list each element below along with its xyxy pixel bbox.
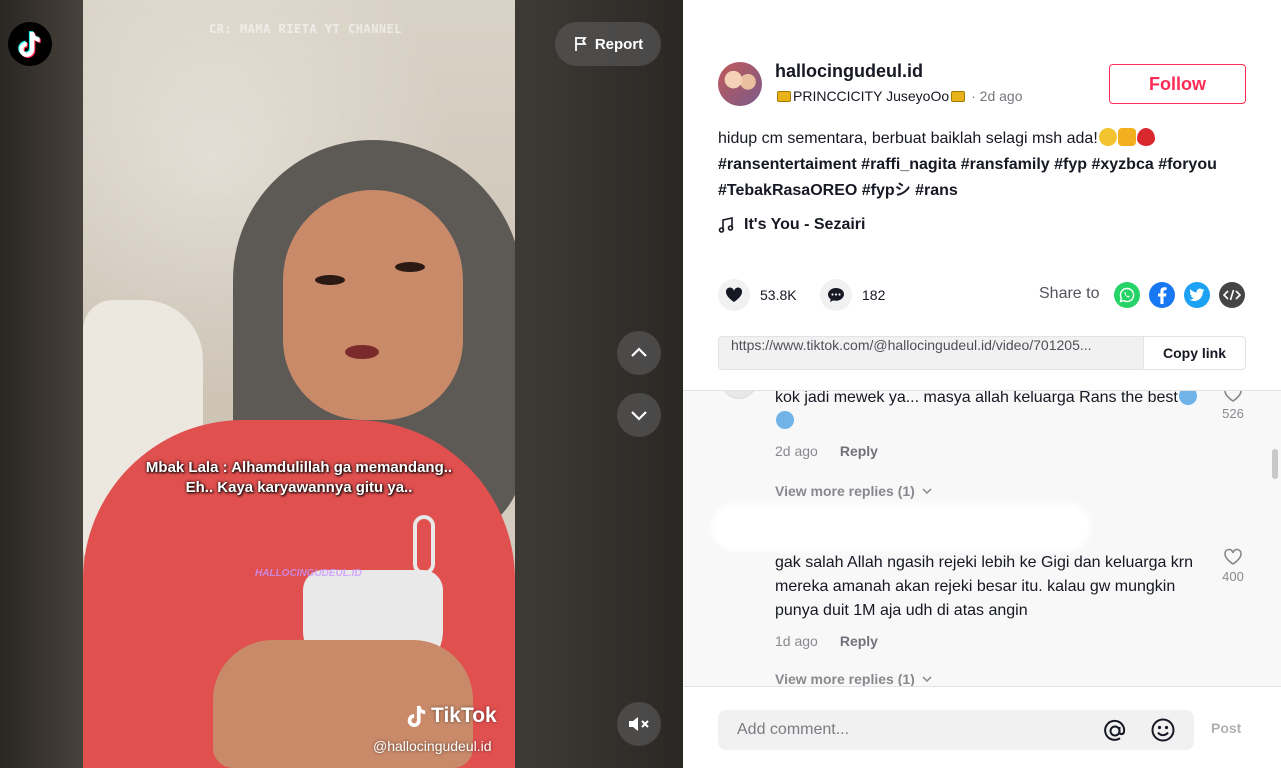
music-link[interactable]: It's You - Sezairi: [718, 216, 865, 234]
chevron-up-icon: [631, 347, 647, 357]
mute-button[interactable]: [617, 702, 661, 746]
video-person-eye: [395, 262, 425, 272]
author-subline: PRINCCICITY JuseyoOo · 2d ago: [775, 88, 1023, 104]
blurred-username: [711, 503, 1091, 551]
comment-action[interactable]: 182: [820, 279, 885, 311]
post-description: hidup cm sementara, berbuat baiklah sela…: [718, 126, 1258, 204]
tiktok-note-icon: [407, 705, 426, 727]
comment-like-count: 526: [1222, 406, 1244, 421]
comment-like[interactable]: 400: [1213, 548, 1253, 584]
tiktok-watermark: TikTok: [405, 704, 497, 728]
video-frame[interactable]: CR: MAMA RIETA YT CHANNEL Mbak Lala : Al…: [83, 0, 515, 768]
music-note-icon: [718, 217, 734, 233]
comment-text: kok jadi mewek ya... masya allah keluarg…: [775, 390, 1215, 434]
whatsapp-icon: [1119, 287, 1135, 303]
twitter-share-button[interactable]: [1184, 282, 1210, 308]
share-label: Share to: [1039, 285, 1100, 302]
whatsapp-share-button[interactable]: [1114, 282, 1140, 308]
embed-icon: [1223, 289, 1241, 301]
chevron-down-icon: [922, 488, 932, 495]
comment-like-count: 400: [1222, 569, 1244, 584]
like-count: 53.8K: [760, 287, 797, 303]
follow-button[interactable]: Follow: [1109, 64, 1246, 104]
post-hashtags[interactable]: #TebakRasaOREO #fypシ #rans: [718, 178, 1258, 204]
post-caption-line: hidup cm sementara, berbuat baiklah sela…: [718, 126, 1258, 152]
flag-icon: [574, 37, 587, 51]
grin-emoji-icon: [1098, 128, 1117, 146]
chevron-down-icon: [922, 676, 932, 683]
comment-meta: 2d ago Reply: [775, 443, 878, 459]
facebook-share-button[interactable]: [1149, 282, 1175, 308]
video-person-face: [283, 190, 463, 420]
music-title: It's You - Sezairi: [744, 216, 866, 233]
video-viewer: CR: MAMA RIETA YT CHANNEL Mbak Lala : Al…: [0, 0, 683, 768]
crown-emoji-icon: [777, 90, 791, 102]
author-username[interactable]: hallocingudeul.id: [775, 61, 923, 82]
video-subtitle: Mbak Lala : Alhamdulillah ga memandang..…: [83, 458, 515, 498]
previous-video-button[interactable]: [617, 331, 661, 375]
report-button[interactable]: Report: [555, 22, 661, 66]
like-action[interactable]: 53.8K: [718, 279, 797, 311]
thumbs-up-emoji-icon: [1117, 128, 1136, 146]
video-subtitle-line: Eh.. Kaya karyawannya gitu ya..: [185, 479, 413, 496]
tiktok-logo-icon: [18, 31, 41, 58]
tiktok-logo-button[interactable]: [8, 22, 52, 66]
comment-avatar[interactable]: [721, 391, 757, 399]
view-more-replies-label: View more replies (1): [775, 483, 915, 499]
speaker-muted-icon: [629, 717, 649, 731]
chevron-down-icon: [631, 411, 647, 421]
video-credit-text: CR: MAMA RIETA YT CHANNEL: [209, 22, 403, 36]
video-subtitle-line: Mbak Lala : Alhamdulillah ga memandang..: [145, 459, 453, 476]
comment-meta: 1d ago Reply: [775, 633, 878, 649]
info-panel: hallocingudeul.id PRINCCICITY JuseyoOo ·…: [683, 0, 1281, 768]
crown-emoji-icon: [951, 90, 966, 102]
post-caption: hidup cm sementara, berbuat baiklah sela…: [718, 130, 1098, 147]
comment-age: 1d ago: [775, 633, 818, 649]
video-necklace: [413, 515, 435, 575]
post-comment-button[interactable]: Post: [1211, 720, 1241, 736]
comment-like[interactable]: 526: [1213, 391, 1253, 421]
video-person-eye: [315, 275, 345, 285]
copy-link-button[interactable]: Copy link: [1143, 337, 1245, 369]
view-more-replies[interactable]: View more replies (1): [775, 483, 933, 499]
post-hashtags[interactable]: #ransentertaiment #raffi_nagita #ransfam…: [718, 152, 1258, 178]
comment-button[interactable]: [820, 279, 852, 311]
view-more-replies[interactable]: View more replies (1): [775, 671, 933, 686]
facebook-icon: [1158, 287, 1167, 304]
video-watermark: HALLOCINGUDEUL.ID: [255, 568, 362, 579]
emoji-picker-icon[interactable]: [1150, 717, 1176, 743]
add-comment-bar: Post: [683, 686, 1281, 768]
embed-share-button[interactable]: [1219, 282, 1245, 308]
report-label: Report: [594, 35, 644, 53]
author-nickname: PRINCCICITY JuseyoOo: [793, 88, 950, 104]
comment-body: kok jadi mewek ya... masya allah keluarg…: [775, 390, 1178, 406]
video-handle-watermark: @hallocingudeul.id: [373, 738, 492, 754]
like-button[interactable]: [718, 279, 750, 311]
view-more-replies-label: View more replies (1): [775, 671, 915, 686]
heart-icon: [725, 287, 743, 302]
comment-bubble-icon: [828, 288, 844, 302]
post-age: · 2d ago: [971, 88, 1023, 104]
comment-list[interactable]: kok jadi mewek ya... masya allah keluarg…: [683, 390, 1281, 686]
video-person-mouth: [345, 345, 379, 359]
comment-text: gak salah Allah ngasih rejeki lebih ke G…: [775, 554, 1194, 619]
heart-outline-icon: [1224, 548, 1242, 565]
heart-emoji-icon: [1136, 128, 1155, 146]
share-link-box: https://www.tiktok.com/@hallocingudeul.i…: [718, 336, 1246, 370]
reply-button[interactable]: Reply: [840, 633, 878, 649]
reply-button[interactable]: Reply: [840, 443, 878, 459]
twitter-icon: [1189, 288, 1205, 301]
next-video-button[interactable]: [617, 393, 661, 437]
share-link-url[interactable]: https://www.tiktok.com/@hallocingudeul.i…: [719, 337, 1143, 369]
heart-outline-icon: [1224, 391, 1242, 402]
tiktok-brand-text: TikTok: [431, 704, 497, 727]
crying-emoji-icon: [1178, 391, 1197, 405]
author-avatar[interactable]: [718, 62, 762, 106]
mention-icon[interactable]: [1102, 718, 1128, 744]
comments-scrollbar[interactable]: [1272, 449, 1278, 479]
comment-age: 2d ago: [775, 443, 818, 459]
comment-count: 182: [862, 287, 886, 303]
crying-emoji-icon: [776, 411, 794, 429]
